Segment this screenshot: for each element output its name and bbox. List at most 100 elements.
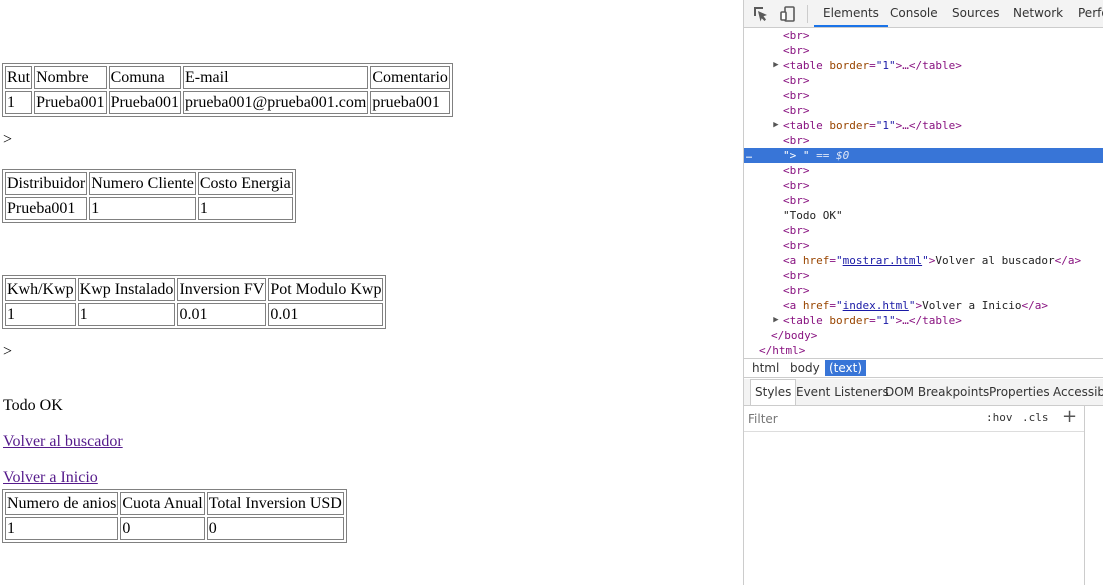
dom-eq: =	[829, 254, 836, 267]
table-cell: 0	[206, 517, 344, 540]
dom-node-table[interactable]: ▶ <table border="1">…</table>	[744, 313, 1103, 328]
dom-node-anchor[interactable]: <a href="mostrar.html">Volver al buscado…	[744, 253, 1103, 268]
subtab-styles[interactable]: Styles	[750, 379, 797, 405]
breadcrumb-body[interactable]: body	[786, 360, 824, 376]
table-header-cell: Costo Energia	[197, 172, 293, 195]
dom-table-tag: <table border="1">…</table>	[783, 58, 962, 73]
dom-node[interactable]: <br>	[744, 28, 1103, 43]
table-row: 1 0 0	[5, 517, 344, 540]
dom-node-anchor[interactable]: <a href="index.html">Volver a Inicio</a>	[744, 298, 1103, 313]
dom-eq: =	[829, 299, 836, 312]
table-header-cell: Inversion FV	[177, 278, 267, 301]
selected-suffix: == $0	[816, 149, 850, 162]
inspect-icon[interactable]	[752, 5, 770, 23]
dom-node[interactable]: <br>	[744, 283, 1103, 298]
tab-elements[interactable]: Elements	[814, 0, 888, 27]
table-header-cell: Cuota Anual	[120, 492, 205, 515]
dom-table-tag: <table border="1">…</table>	[783, 313, 962, 328]
hov-button[interactable]: :hov	[986, 411, 1013, 424]
dom-tag: <br>	[783, 164, 810, 177]
expand-triangle-icon[interactable]: ▶	[771, 118, 781, 133]
table-cell: prueba001@prueba001.com	[183, 91, 369, 114]
subtab-event-listeners[interactable]: Event Listeners	[796, 379, 889, 405]
dom-tag: >…</table>	[895, 314, 962, 327]
dom-quote: "	[836, 254, 843, 267]
dom-href-link[interactable]: index.html	[843, 299, 909, 312]
dom-text: "Todo OK"	[783, 209, 843, 222]
tab-console[interactable]: Console	[890, 0, 938, 27]
dom-href-link[interactable]: mostrar.html	[843, 254, 922, 267]
table-header-cell: Distribuidor	[5, 172, 88, 195]
expand-triangle-icon[interactable]: ▶	[771, 58, 781, 73]
cls-button[interactable]: .cls	[1022, 411, 1049, 424]
table-header-cell: Nombre	[34, 66, 107, 89]
dom-node[interactable]: </body>	[744, 328, 1103, 343]
table-header-cell: Numero de anios	[5, 492, 119, 515]
tab-network[interactable]: Network	[1013, 0, 1063, 27]
table-header-cell: Kwp Instalado	[77, 278, 176, 301]
dom-node[interactable]: <br>	[744, 223, 1103, 238]
dom-tag: <br>	[783, 134, 810, 147]
styles-subtabs: Styles Event Listeners DOM Breakpoints P…	[744, 379, 1103, 406]
dom-text-node: "> " == $0	[783, 148, 849, 163]
styles-filter-input[interactable]	[748, 410, 968, 427]
styles-panel-divider[interactable]	[1084, 406, 1085, 585]
dom-attr: border	[829, 119, 870, 132]
dom-tag: <br>	[783, 194, 810, 207]
subtab-dom-breakpoints[interactable]: DOM Breakpoints	[885, 379, 989, 405]
dom-node-table[interactable]: ▶ <table border="1">…</table>	[744, 58, 1103, 73]
dom-tag: <table	[783, 119, 823, 132]
dom-node-selected[interactable]: … "> " == $0	[744, 148, 1103, 163]
dom-node[interactable]: <br>	[744, 193, 1103, 208]
table-cell: 0	[120, 517, 205, 540]
table-cell: 1	[5, 517, 119, 540]
table-cell: Prueba001	[108, 91, 181, 114]
table-usuario: Rut Nombre Comuna E-mail Comentario 1 Pr…	[2, 63, 453, 117]
dom-tag: <a	[783, 299, 797, 312]
new-style-rule-button[interactable]: +	[1062, 408, 1077, 426]
table-header-row: Distribuidor Numero Cliente Costo Energi…	[5, 172, 293, 195]
dom-node[interactable]: <br>	[744, 73, 1103, 88]
dom-tag: <a	[783, 254, 797, 267]
dom-tag: <br>	[783, 284, 810, 297]
table-cell: Prueba001	[34, 91, 107, 114]
breadcrumb: html body (text)	[744, 358, 1103, 378]
dom-text-node[interactable]: "Todo OK"	[744, 208, 1103, 223]
tab-performance[interactable]: Perfo	[1078, 0, 1103, 27]
table-header-cell: Rut	[5, 66, 33, 89]
table-header-row: Numero de anios Cuota Anual Total Invers…	[5, 492, 344, 515]
table-header-cell: Pot Modulo Kwp	[268, 278, 384, 301]
tab-sources[interactable]: Sources	[952, 0, 999, 27]
subtab-accessibility[interactable]: Accessibili	[1053, 379, 1103, 405]
dom-tag: <br>	[783, 74, 810, 87]
dom-node[interactable]: <br>	[744, 103, 1103, 118]
dom-node[interactable]: <br>	[744, 133, 1103, 148]
expand-triangle-icon[interactable]: ▶	[771, 313, 781, 328]
table-distribuidor: Distribuidor Numero Cliente Costo Energi…	[2, 169, 296, 223]
table-cell: prueba001	[370, 91, 450, 114]
link-volver-inicio[interactable]: Volver a Inicio	[3, 469, 98, 487]
dom-tag: <table	[783, 59, 823, 72]
dom-tag: </html>	[759, 344, 806, 357]
dom-node[interactable]: <br>	[744, 88, 1103, 103]
link-volver-buscador[interactable]: Volver al buscador	[3, 433, 123, 451]
table-cell: 1	[89, 197, 196, 220]
dom-node[interactable]: <br>	[744, 178, 1103, 193]
dom-quote: "	[922, 254, 929, 267]
subtab-properties[interactable]: Properties	[989, 379, 1050, 405]
dom-eq: =	[869, 119, 876, 132]
device-toggle-icon[interactable]	[779, 5, 797, 23]
breadcrumb-html[interactable]: html	[748, 360, 783, 376]
breadcrumb-text[interactable]: (text)	[825, 360, 867, 376]
table-cell: Prueba001	[5, 197, 88, 220]
dom-node[interactable]: <br>	[744, 163, 1103, 178]
dom-node-table[interactable]: ▶ <table border="1">…</table>	[744, 118, 1103, 133]
dom-node[interactable]: <br>	[744, 238, 1103, 253]
dom-tree: <br> <br> ▶ <table border="1">…</table> …	[744, 28, 1103, 358]
more-dots-icon[interactable]: …	[746, 148, 752, 163]
dom-eq: =	[869, 59, 876, 72]
styles-filter-bar: :hov .cls +	[744, 406, 1084, 432]
dom-node[interactable]: </html>	[744, 343, 1103, 358]
dom-node[interactable]: <br>	[744, 43, 1103, 58]
dom-node[interactable]: <br>	[744, 268, 1103, 283]
